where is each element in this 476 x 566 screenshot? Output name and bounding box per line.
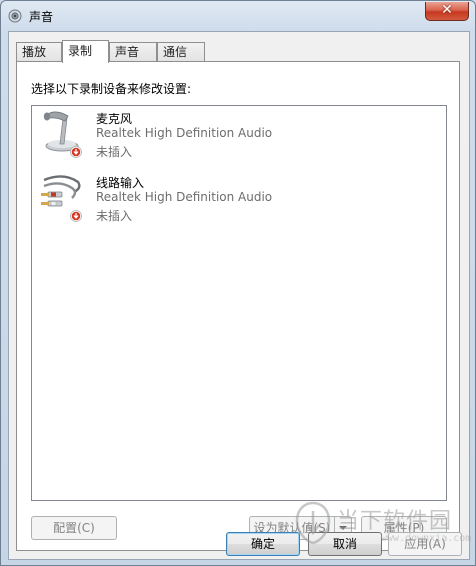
configure-button[interactable]: 配置(C) [31,516,117,540]
instruction-text: 选择以下录制设备来修改设置: [31,82,192,96]
tab-playback[interactable]: 播放 [16,42,62,61]
window-title: 声音 [29,10,54,24]
device-item-microphone[interactable]: 麦克风 Realtek High Definition Audio 未插入 [38,106,428,166]
recording-device-list[interactable]: 麦克风 Realtek High Definition Audio 未插入 线路… [31,105,447,501]
device-status: 未插入 [96,145,133,159]
tab-recording[interactable]: 录制 [62,40,109,63]
device-driver: Realtek High Definition Audio [96,190,273,204]
line-in-cable-icon [41,175,82,222]
ok-button[interactable]: 确定 [226,532,300,556]
title-bar[interactable]: 声音 ✕ [1,1,475,31]
device-driver: Realtek High Definition Audio [96,126,273,140]
close-icon: ✕ [441,2,453,18]
tab-communications[interactable]: 通信 [157,42,205,61]
sound-dialog: 声音 ✕ 播放 录制 声音 通信 选择以下录制设备来修改设置: 麦克风 Real… [0,0,476,566]
device-item-line-in[interactable]: 线路输入 Realtek High Definition Audio 未插入 [38,170,428,230]
apply-button[interactable]: 应用(A) [388,532,462,556]
recording-tab-panel: 选择以下录制设备来修改设置: 麦克风 Realtek High Definiti… [16,61,460,551]
chevron-down-icon [339,526,347,530]
device-name: 线路输入 [96,176,145,190]
speaker-icon [8,9,22,23]
tab-sounds[interactable]: 声音 [109,42,157,61]
device-status: 未插入 [96,209,133,223]
device-name: 麦克风 [96,112,133,126]
dialog-client-area: 播放 录制 声音 通信 选择以下录制设备来修改设置: 麦克风 Realtek H… [8,31,470,560]
close-button[interactable]: ✕ [425,2,469,21]
microphone-icon [43,111,82,158]
cancel-button[interactable]: 取消 [308,532,382,556]
